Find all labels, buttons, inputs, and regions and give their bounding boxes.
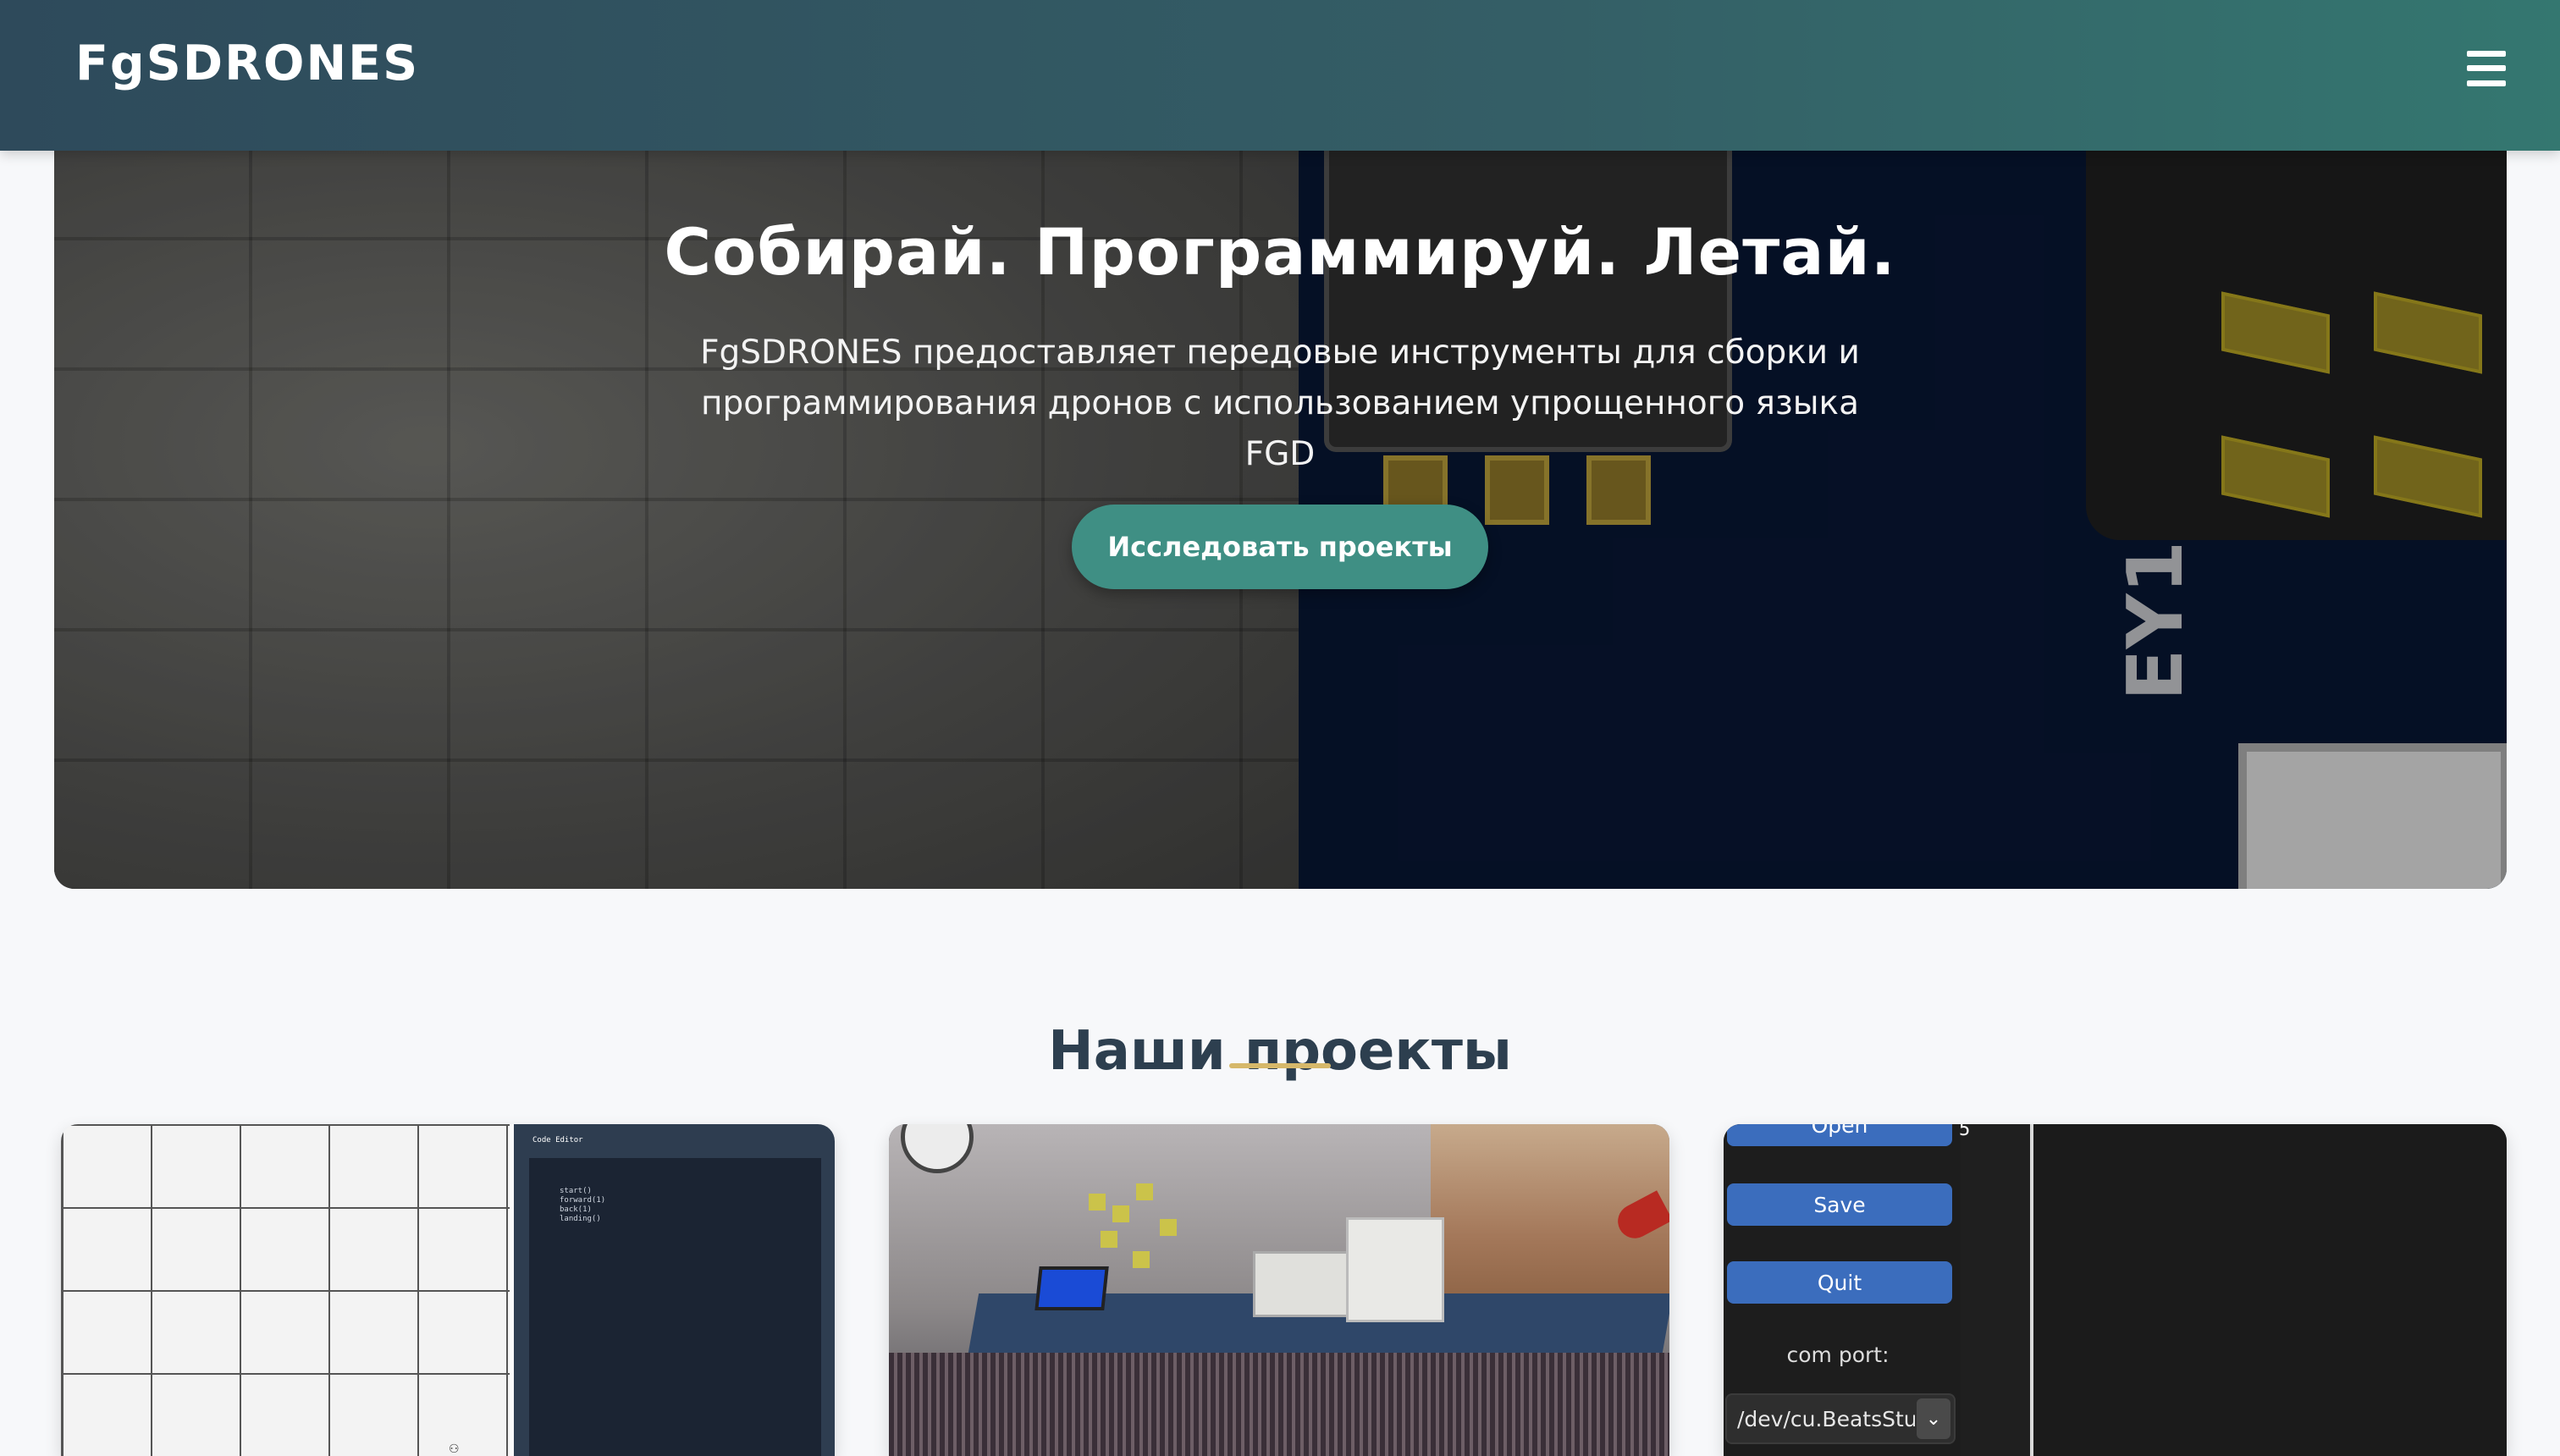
sticky-note-graphic xyxy=(1101,1231,1117,1248)
console-output-area xyxy=(2033,1124,2507,1456)
explore-projects-button[interactable]: Исследовать проекты xyxy=(1072,505,1488,589)
serial-control-panel: Open Save Quit com port: /dev/cu.BeatsSt… xyxy=(1724,1124,1961,1456)
hero-subtitle: FgSDRONES предоставляет передовые инстру… xyxy=(700,334,1860,473)
laptop-icon xyxy=(1034,1266,1109,1310)
projects-section-title: Наши проекты xyxy=(1048,1020,1512,1084)
microwave-graphic xyxy=(1253,1251,1349,1317)
brand-logo[interactable]: FgSDRONES xyxy=(75,36,419,91)
sticky-note-graphic xyxy=(1112,1205,1129,1222)
sticky-note-graphic xyxy=(1160,1219,1177,1236)
code-editor-panel: Code Editor start() forward(1) back(1) l… xyxy=(514,1124,835,1456)
quit-button[interactable]: Quit xyxy=(1727,1261,1952,1304)
save-button[interactable]: Save xyxy=(1727,1183,1952,1226)
sticky-note-graphic xyxy=(1136,1183,1153,1200)
hamburger-menu-icon[interactable] xyxy=(2467,51,2506,86)
com-port-select[interactable]: /dev/cu.BeatsStudio ⌄ xyxy=(1725,1393,1956,1444)
simulation-grid xyxy=(61,1124,512,1456)
open-button[interactable]: Open xyxy=(1727,1124,1952,1146)
hero-title: Собирай. Программируй. Летай. xyxy=(664,213,1896,290)
floor-graphic xyxy=(889,1353,1669,1456)
sticky-note-graphic xyxy=(1133,1251,1150,1268)
sticky-note-graphic xyxy=(1089,1194,1106,1211)
project-card-3d-simulator[interactable] xyxy=(889,1124,1669,1456)
code-editor-code: start() forward(1) back(1) landing() xyxy=(560,1187,606,1223)
console-line-number: 5 xyxy=(1959,1124,1971,1140)
chevron-down-icon[interactable]: ⌄ xyxy=(1917,1398,1950,1439)
project-card-serial-tool[interactable]: Open Save Quit com port: /dev/cu.BeatsSt… xyxy=(1724,1124,2507,1456)
drone-icon: ⚇ xyxy=(449,1442,460,1456)
com-port-label: com port: xyxy=(1786,1343,1890,1367)
code-editor-title: Code Editor xyxy=(532,1136,583,1144)
control-panel-graphic xyxy=(1346,1217,1444,1322)
section-title-underline xyxy=(1229,1063,1331,1068)
com-port-value: /dev/cu.BeatsStudio xyxy=(1737,1407,1915,1431)
code-editor-area: start() forward(1) back(1) landing() xyxy=(529,1158,821,1456)
top-navbar: FgSDRONES xyxy=(0,0,2560,151)
project-card-code-editor[interactable]: Code Editor start() forward(1) back(1) l… xyxy=(61,1124,835,1456)
